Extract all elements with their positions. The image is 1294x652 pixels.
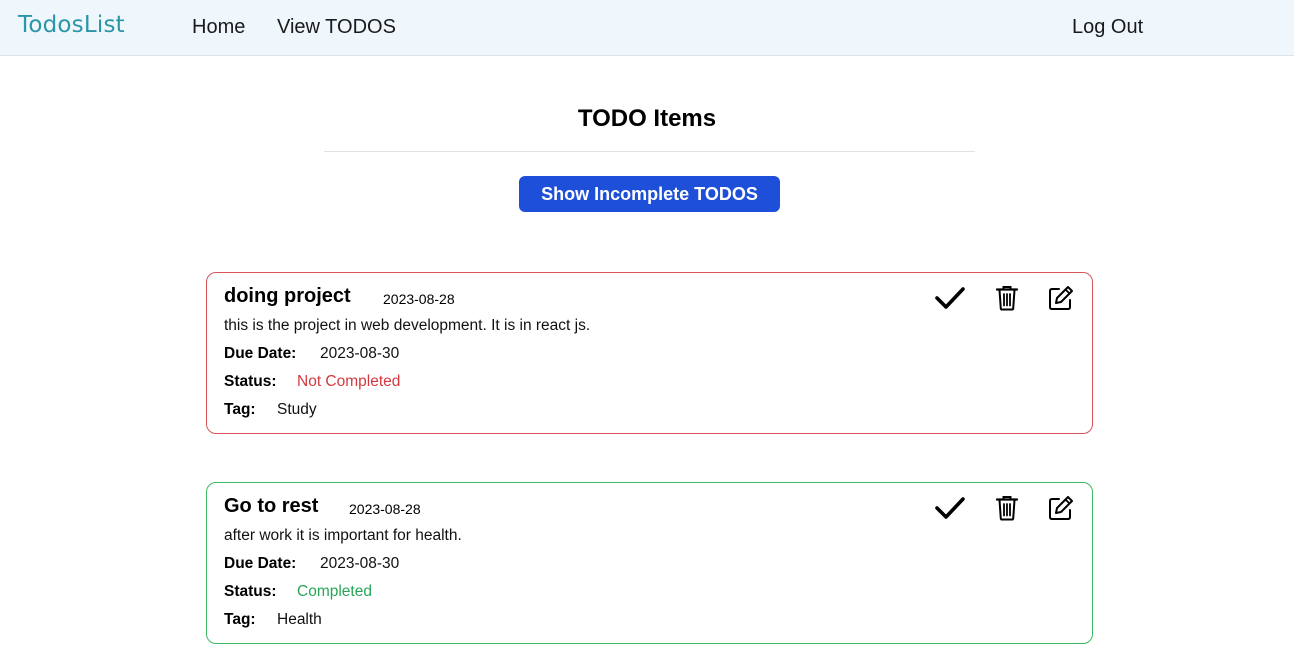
- status-value: Not Completed: [297, 373, 401, 390]
- nav-home-link[interactable]: Home: [192, 16, 245, 39]
- due-date-label: Due Date:: [224, 555, 297, 572]
- status-value: Completed: [297, 583, 372, 600]
- tag-label: Tag:: [224, 611, 256, 628]
- edit-icon[interactable]: [1046, 493, 1076, 523]
- tag-value: Study: [277, 401, 317, 418]
- status-row: Status: Completed: [224, 583, 372, 601]
- todo-actions: [935, 493, 1080, 523]
- todo-title: doing project: [224, 285, 351, 307]
- page-title: TODO Items: [577, 105, 717, 132]
- navbar: TodosList Home View TODOS Log Out: [0, 0, 1294, 56]
- due-date-value: 2023-08-30: [320, 345, 400, 362]
- todo-card: Go to rest 2023-08-28 after work it is i…: [206, 482, 1093, 644]
- todo-card: doing project 2023-08-28 this is the pro…: [206, 272, 1093, 434]
- todo-description: after work it is important for health.: [224, 527, 462, 544]
- due-date-label: Due Date:: [224, 345, 297, 362]
- check-icon[interactable]: [935, 283, 965, 313]
- todo-title: Go to rest: [224, 495, 319, 517]
- todo-created-date: 2023-08-28: [383, 291, 455, 307]
- due-date-row: Due Date: 2023-08-30: [224, 555, 399, 573]
- trash-icon[interactable]: [992, 493, 1022, 523]
- due-date-value: 2023-08-30: [320, 555, 400, 572]
- todo-created-date: 2023-08-28: [349, 501, 421, 517]
- trash-icon[interactable]: [992, 283, 1022, 313]
- check-icon[interactable]: [935, 493, 965, 523]
- brand-logo-link[interactable]: TodosList: [18, 12, 125, 38]
- logout-link[interactable]: Log Out: [1072, 16, 1143, 39]
- due-date-row: Due Date: 2023-08-30: [224, 345, 399, 363]
- nav-view-todos-link[interactable]: View TODOS: [277, 16, 396, 39]
- status-label: Status:: [224, 373, 277, 390]
- status-row: Status: Not Completed: [224, 373, 400, 391]
- show-incomplete-button[interactable]: Show Incomplete TODOS: [519, 176, 780, 212]
- status-label: Status:: [224, 583, 277, 600]
- tag-value: Health: [277, 611, 322, 628]
- tag-label: Tag:: [224, 401, 256, 418]
- todo-actions: [935, 283, 1080, 313]
- tag-row: Tag: Health: [224, 611, 322, 629]
- edit-icon[interactable]: [1046, 283, 1076, 313]
- todo-description: this is the project in web development. …: [224, 317, 591, 334]
- title-divider: [324, 151, 975, 152]
- tag-row: Tag: Study: [224, 401, 317, 419]
